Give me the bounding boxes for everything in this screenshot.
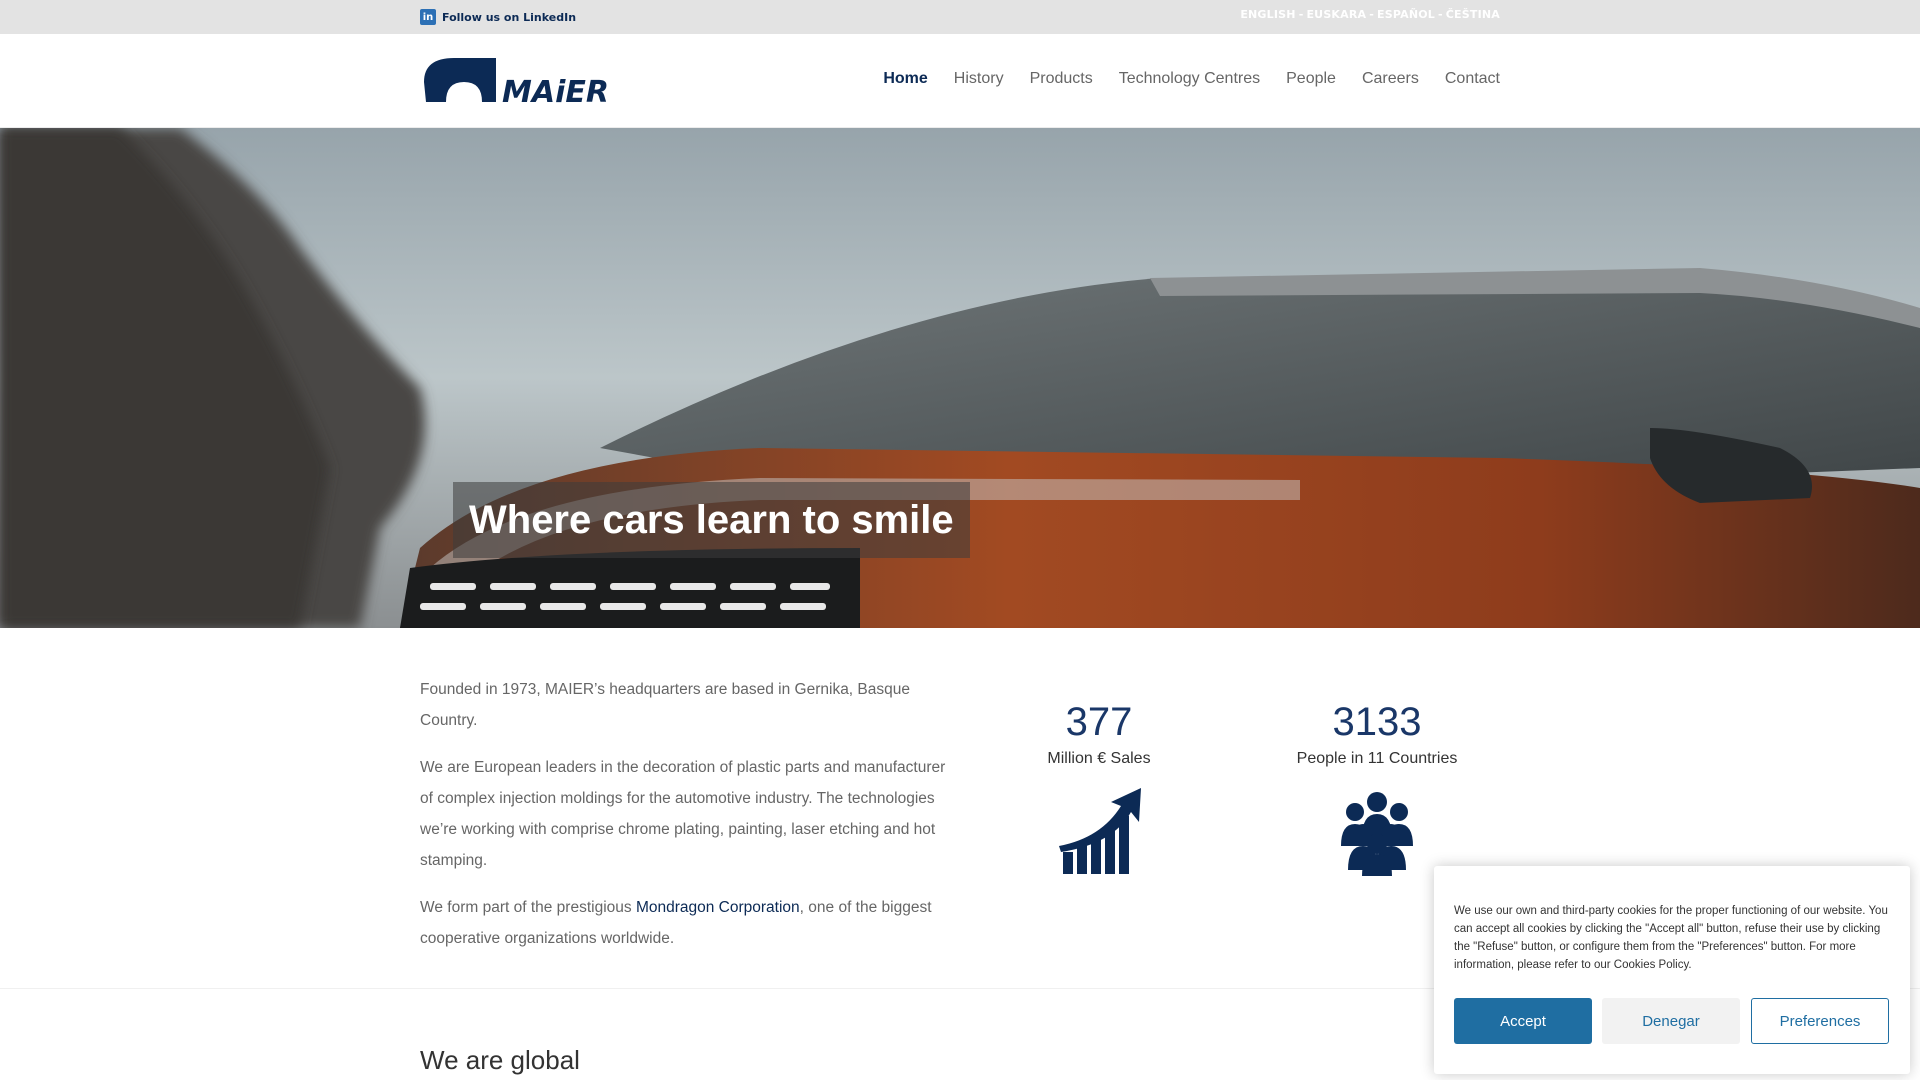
linkedin-link[interactable]: in Follow us on LinkedIn [420,9,576,25]
nav-history[interactable]: History [954,70,1004,88]
nav-people[interactable]: People [1286,70,1336,88]
linkedin-label: Follow us on LinkedIn [442,10,577,24]
hero-title: Where cars learn to smile [469,497,954,542]
nav-contact[interactable]: Contact [1445,70,1500,88]
lang-euskara[interactable]: EUSKARA [1306,8,1366,21]
lang-espanol[interactable]: ESPAÑOL [1377,8,1435,21]
hero-title-box: Where cars learn to smile [453,482,970,558]
intro-paragraph-3: We form part of the prestigious Mondrago… [420,899,932,947]
hero-banner: Where cars learn to smile [0,128,1920,628]
stat-people-value: 3133 [1332,700,1422,744]
cookie-accept-button[interactable]: Accept [1454,998,1592,1044]
lang-english[interactable]: ENGLISH [1240,8,1295,21]
stat-sales-label: Million € Sales [1047,750,1151,767]
stat-sales-value: 377 [1065,700,1133,744]
cookie-message: We use our own and third-party cookies f… [1454,905,1888,971]
mondragon-link[interactable]: Mondragon Corporation [636,899,800,916]
nav-products[interactable]: Products [1030,70,1093,88]
intro-paragraph-1: Founded in 1973, MAIER’s headquarters ar… [420,681,910,729]
nav-home[interactable]: Home [883,70,927,88]
cookie-preferences-button[interactable]: Preferences [1751,998,1889,1044]
cookie-deny-button[interactable]: Denegar [1602,998,1740,1044]
linkedin-icon: in [420,9,436,25]
intro-paragraph-2: We are European leaders in the decoratio… [420,759,946,869]
global-section-title: We are global [420,1045,580,1075]
people-group-icon [1329,786,1425,878]
language-switcher: ENGLISH - EUSKARA - ESPAÑOL - ČEŠTINA [1240,8,1500,21]
lang-cestina[interactable]: ČEŠTINA [1446,8,1500,21]
top-bar: in Follow us on LinkedIn ENGLISH - EUSKARA… [0,0,1920,34]
main-nav: Home History Products Technology Centres… [883,70,1500,88]
maier-logo[interactable]: MAiER [420,54,610,110]
stat-sales: 377 Million € Sales [989,698,1209,878]
nav-technology-centres[interactable]: Technology Centres [1119,70,1260,88]
site-header: MAiER Home History Products Technology C… [0,34,1920,128]
stat-people-label: People in 11 Countries [1296,750,1458,767]
cookie-banner: We use our own and third-party cookies f… [1434,866,1910,1074]
growth-chart-icon [1051,786,1147,878]
stat-people: 3133 People in 11 Countries [1267,698,1487,878]
logo-text: MAiER [502,75,609,106]
intro-text: Founded in 1973, MAIER’s headquarters ar… [420,674,950,970]
nav-careers[interactable]: Careers [1362,70,1419,88]
